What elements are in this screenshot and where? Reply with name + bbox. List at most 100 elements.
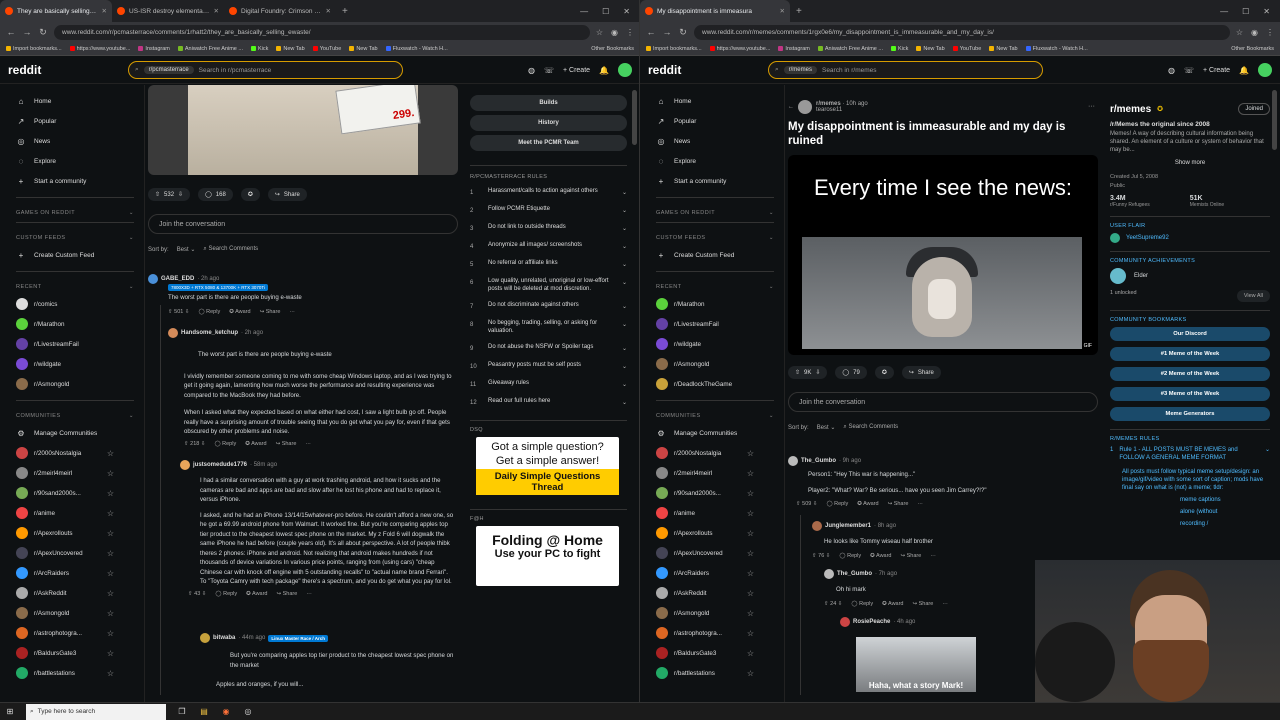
bookmark-item[interactable]: New Tab <box>916 46 945 52</box>
extension-icon[interactable]: ◉ <box>1251 28 1258 37</box>
rule-item[interactable]: 6 Low quality, unrelated, unoriginal or l… <box>470 274 627 298</box>
share-button[interactable]: ↪ Share <box>888 501 909 507</box>
post-author[interactable]: tearose11 <box>816 107 842 113</box>
comment-input[interactable]: Join the conversation <box>148 214 458 234</box>
award-button[interactable]: ✪ Award <box>870 553 891 559</box>
community-item[interactable]: r/anime ☆ <box>656 503 784 523</box>
rule-item[interactable]: 11 Giveaway rules ⌄ <box>470 376 627 394</box>
community-item[interactable]: r/ApexUncovered ☆ <box>656 543 784 563</box>
recent-item[interactable]: r/wildgate <box>16 354 144 374</box>
recent-item[interactable]: r/wildgate <box>656 334 784 354</box>
more-icon[interactable]: ··· <box>917 501 923 507</box>
post-image[interactable]: 299. <box>148 85 458 175</box>
recent-heading[interactable]: RECENT ⌄ <box>16 284 144 290</box>
more-icon[interactable]: ··· <box>306 591 312 597</box>
recent-item[interactable]: r/LivestreamFail <box>16 334 144 354</box>
close-icon[interactable]: ✕ <box>102 7 107 15</box>
chat-icon[interactable]: ☏ <box>1184 66 1194 75</box>
reply-button[interactable]: ◯ Reply <box>215 591 237 597</box>
avatar[interactable] <box>1258 63 1272 77</box>
star-icon[interactable]: ☆ <box>107 609 114 618</box>
joined-button[interactable]: Joined <box>1238 103 1270 115</box>
community-item[interactable]: r/BaldursGate3 ☆ <box>16 643 144 663</box>
reply-button[interactable]: ◯ Reply <box>826 501 848 507</box>
manage-communities[interactable]: ⚙ Manage Communities <box>16 423 144 443</box>
community-bookmark[interactable]: #1 Meme of the Week <box>1110 347 1270 361</box>
star-icon[interactable]: ☆ <box>107 649 114 658</box>
star-icon[interactable]: ☆ <box>747 529 754 538</box>
back-icon[interactable]: ← <box>646 27 656 37</box>
meme-image[interactable]: Every time I see the news: GIF <box>788 155 1098 355</box>
more-icon[interactable]: ··· <box>942 601 948 607</box>
star-icon[interactable]: ☆ <box>107 569 114 578</box>
show-more[interactable]: Show more <box>1110 160 1270 166</box>
community-item[interactable]: r/2000sNostalgia ☆ <box>16 443 144 463</box>
view-all-button[interactable]: View All <box>1236 290 1270 302</box>
comment-author[interactable]: The_Gumbo <box>837 571 872 577</box>
file-explorer-icon[interactable]: ▤ <box>198 706 210 718</box>
share-button[interactable]: ↪ Share <box>913 601 934 607</box>
chevron-down-icon[interactable]: ⌄ <box>622 187 627 197</box>
rule-item[interactable]: 12 Read our full rules here ⌄ <box>470 394 627 412</box>
star-icon[interactable]: ☆ <box>107 669 114 678</box>
bookmark-item[interactable]: Fluxwatch - Watch H... <box>385 46 448 52</box>
reload-icon[interactable]: ↻ <box>678 27 688 38</box>
community-bookmark[interactable]: #3 Meme of the Week <box>1110 387 1270 401</box>
search-chip[interactable]: r/pcmasterrace <box>143 66 194 74</box>
community-item[interactable]: r/AskReddit ☆ <box>656 583 784 603</box>
nav-explore[interactable]: ◌ Explore <box>656 151 784 171</box>
reply-button[interactable]: ◯ Reply <box>198 309 220 315</box>
builds-button[interactable]: Builds <box>470 95 627 111</box>
other-bookmarks[interactable]: Other Bookmarks <box>1231 46 1274 52</box>
vote-control[interactable]: ⇧ 24 ⇩ <box>824 601 842 607</box>
comment-input[interactable]: Join the conversation <box>788 392 1098 412</box>
award-button[interactable]: ✪ <box>874 366 894 379</box>
forward-icon[interactable]: → <box>22 27 32 37</box>
ads-icon[interactable]: ◍ <box>528 66 535 75</box>
rule-item[interactable]: 4 Anonymize all images/ screenshots ⌄ <box>470 238 627 256</box>
community-item[interactable]: r/Asmongold ☆ <box>16 603 144 623</box>
vote-control[interactable]: ⇧ 76 ⇩ <box>812 553 830 559</box>
sort-dropdown[interactable]: Best ⌄ <box>177 246 196 253</box>
chevron-down-icon[interactable]: ⌄ <box>622 241 627 251</box>
recent-item[interactable]: r/LivestreamFail <box>656 314 784 334</box>
community-item[interactable]: r/2meirl4meirl ☆ <box>656 463 784 483</box>
search-comments[interactable]: ⌕ Search Comments <box>843 424 898 431</box>
extension-icon[interactable]: ◉ <box>611 28 618 37</box>
star-icon[interactable]: ☆ <box>107 509 114 518</box>
dsq-banner[interactable]: Got a simple question? Get a simple answ… <box>476 437 619 495</box>
comment-author[interactable]: GABE_EDD <box>161 276 194 282</box>
star-icon[interactable]: ☆ <box>747 549 754 558</box>
star-icon[interactable]: ☆ <box>747 449 754 458</box>
chevron-down-icon[interactable]: ⌄ <box>622 343 627 353</box>
close-window-icon[interactable]: ✕ <box>1263 7 1270 16</box>
create-button[interactable]: + Create <box>563 67 590 74</box>
rule-item[interactable]: 3 Do not link to outside threads ⌄ <box>470 220 627 238</box>
bookmark-item[interactable]: YouTube <box>312 46 341 52</box>
avatar[interactable] <box>618 63 632 77</box>
back-icon[interactable]: ← <box>6 27 16 37</box>
communities-heading[interactable]: COMMUNITIES ⌄ <box>16 413 144 419</box>
back-arrow-icon[interactable]: ← <box>788 104 794 110</box>
share-button[interactable]: ↪ Share <box>260 309 281 315</box>
star-icon[interactable]: ☆ <box>107 489 114 498</box>
games-heading[interactable]: GAMES ON REDDIT ⌄ <box>656 210 784 216</box>
task-view-icon[interactable]: ❐ <box>176 706 188 718</box>
bookmark-item[interactable]: https://www.youtube... <box>69 46 130 52</box>
star-icon[interactable]: ☆ <box>107 529 114 538</box>
team-button[interactable]: Meet the PCMR Team <box>470 135 627 151</box>
bookmark-item[interactable]: Kick <box>890 46 908 52</box>
rule-item[interactable]: 7 Do not discriminate against others ⌄ <box>470 298 627 316</box>
comment-author[interactable]: Junglemember1 <box>825 523 871 529</box>
nav-popular[interactable]: ↗ Popular <box>16 111 144 131</box>
custom-feeds-heading[interactable]: CUSTOM FEEDS ⌄ <box>656 235 784 241</box>
new-tab-icon[interactable]: + <box>790 6 808 17</box>
games-heading[interactable]: GAMES ON REDDIT ⌄ <box>16 210 144 216</box>
nav-home[interactable]: ⌂ Home <box>656 91 784 111</box>
history-button[interactable]: History <box>470 115 627 131</box>
recent-item[interactable]: r/Asmongold <box>16 374 144 394</box>
recent-heading[interactable]: RECENT ⌄ <box>656 284 784 290</box>
community-item[interactable]: r/ArcRaiders ☆ <box>656 563 784 583</box>
vote-control[interactable]: ⇧ 509 ⇩ <box>796 501 817 507</box>
create-custom-feed[interactable]: + Create Custom Feed <box>656 245 784 265</box>
